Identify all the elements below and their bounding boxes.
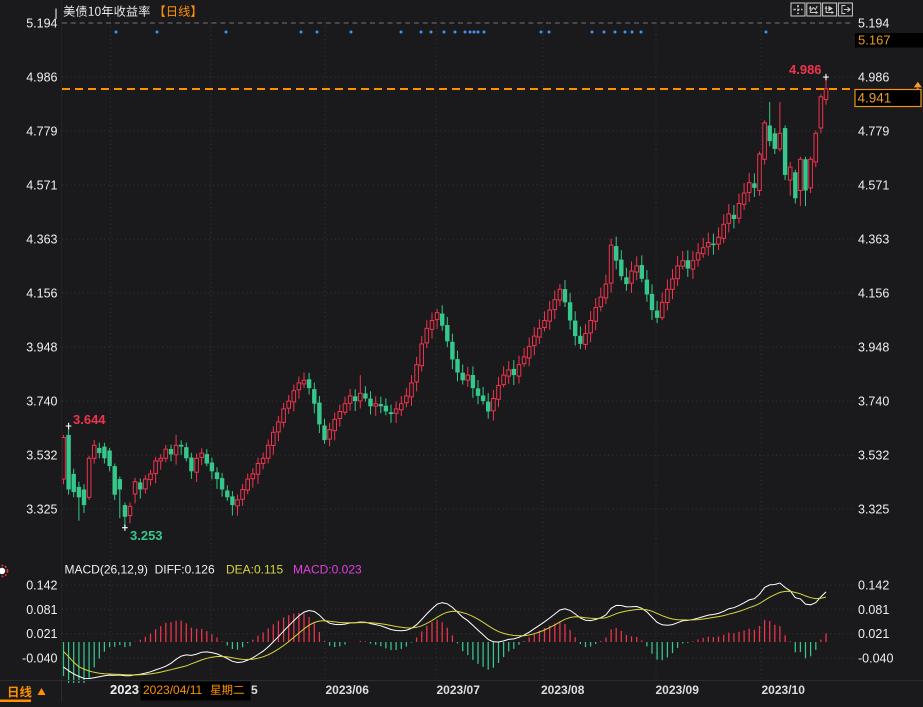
svg-text:2023/04/11: 2023/04/11 bbox=[143, 683, 202, 697]
svg-text:0.021: 0.021 bbox=[858, 627, 889, 641]
svg-text:5: 5 bbox=[251, 683, 258, 697]
svg-text:0.142: 0.142 bbox=[26, 579, 57, 593]
svg-text:0.081: 0.081 bbox=[26, 603, 57, 617]
svg-text:5.194: 5.194 bbox=[26, 17, 57, 31]
svg-text:5.167: 5.167 bbox=[858, 33, 891, 48]
svg-text:4.156: 4.156 bbox=[26, 286, 57, 300]
svg-text:4.941: 4.941 bbox=[858, 91, 892, 106]
svg-text:3.532: 3.532 bbox=[26, 449, 57, 463]
svg-text:3.948: 3.948 bbox=[26, 341, 57, 355]
svg-text:2023/10: 2023/10 bbox=[762, 683, 806, 697]
svg-text:0.081: 0.081 bbox=[858, 603, 889, 617]
svg-text:2023: 2023 bbox=[110, 682, 139, 697]
svg-text:4.571: 4.571 bbox=[26, 179, 57, 193]
svg-text:3.253: 3.253 bbox=[130, 528, 163, 543]
svg-text:-0.040: -0.040 bbox=[858, 652, 893, 666]
svg-text:4.986: 4.986 bbox=[26, 71, 57, 85]
svg-text:DIFF:0.126: DIFF:0.126 bbox=[155, 563, 215, 577]
svg-text:3.325: 3.325 bbox=[26, 503, 57, 517]
svg-text:3.532: 3.532 bbox=[858, 449, 889, 463]
svg-text:2023/08: 2023/08 bbox=[541, 683, 585, 697]
svg-text:4.986: 4.986 bbox=[858, 71, 889, 85]
svg-text:4.779: 4.779 bbox=[26, 124, 57, 138]
svg-text:3.644: 3.644 bbox=[73, 412, 106, 427]
svg-text:3.948: 3.948 bbox=[858, 341, 889, 355]
svg-text:DEA:0.115: DEA:0.115 bbox=[226, 563, 283, 577]
svg-text:2023/07: 2023/07 bbox=[437, 683, 481, 697]
svg-text:-0.040: -0.040 bbox=[22, 652, 57, 666]
svg-text:4.156: 4.156 bbox=[858, 286, 889, 300]
svg-text:0.142: 0.142 bbox=[858, 579, 889, 593]
svg-text:4.363: 4.363 bbox=[26, 233, 57, 247]
svg-text:4.986: 4.986 bbox=[789, 62, 822, 77]
svg-text:0.021: 0.021 bbox=[26, 627, 57, 641]
svg-text:4.571: 4.571 bbox=[858, 179, 889, 193]
svg-text:2023/06: 2023/06 bbox=[326, 683, 370, 697]
svg-text:3.740: 3.740 bbox=[858, 395, 889, 409]
svg-text:3.740: 3.740 bbox=[26, 395, 57, 409]
svg-text:4.779: 4.779 bbox=[858, 124, 889, 138]
svg-text:2023/09: 2023/09 bbox=[656, 683, 700, 697]
svg-text:3.325: 3.325 bbox=[858, 503, 889, 517]
svg-text:MACD:0.023: MACD:0.023 bbox=[293, 563, 362, 577]
svg-text:MACD(26,12,9): MACD(26,12,9) bbox=[65, 563, 148, 577]
svg-text:5.194: 5.194 bbox=[858, 17, 889, 31]
svg-text:4.363: 4.363 bbox=[858, 233, 889, 247]
